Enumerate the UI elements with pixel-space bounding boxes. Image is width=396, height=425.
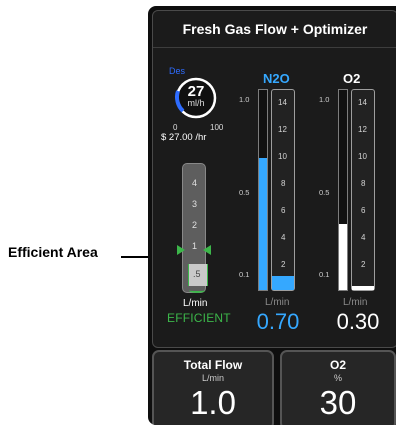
n2o-tube-tick: 8 [281, 179, 286, 188]
n2o-tube-tick: 4 [281, 233, 286, 242]
o2-unit: L/min [343, 297, 368, 308]
n2o-flow-tube: 14 12 10 8 6 4 2 [271, 89, 295, 291]
o2-tube-tick: 6 [361, 206, 366, 215]
o2-percent-value: 30 [319, 384, 357, 421]
total-flow-unit: L/min [201, 373, 224, 383]
n2o-fine-flow-bar [258, 89, 268, 291]
n2o-scale-mid: 0.5 [239, 188, 250, 197]
panel-title: Fresh Gas Flow + Optimizer [153, 11, 396, 48]
n2o-scale-low: 0.1 [239, 270, 250, 279]
tube-tick-label: 2 [192, 220, 198, 230]
efficient-area-zone: .5 [188, 264, 208, 286]
efficiency-unit-label: L/min [183, 298, 208, 309]
total-flow-button[interactable]: Total Flow L/min 1.0 [152, 350, 274, 425]
o2-tube-tick: 12 [358, 125, 367, 134]
tube-tick-label: 1 [192, 241, 198, 251]
agent-usage-unit: ml/h [187, 98, 205, 108]
o2-percent-button[interactable]: O2 % 30 [280, 350, 396, 425]
n2o-tube-tick: 2 [281, 260, 286, 269]
efficiency-marker-left-icon [177, 245, 185, 255]
agent-cost-rate: $ 27.00 /hr [161, 132, 207, 143]
efficiency-status: EFFICIENT [167, 311, 231, 325]
efficiency-marker-right-icon [203, 245, 211, 255]
fresh-gas-flow-panel: Fresh Gas Flow + Optimizer Des 27 ml/h 0… [148, 6, 396, 425]
o2-tube-tick: 8 [361, 179, 366, 188]
n2o-fine-flow-fill [259, 158, 267, 290]
gauge-min-label: 0 [173, 123, 178, 132]
n2o-scale-top: 1.0 [239, 95, 250, 104]
o2-scale-top: 1.0 [319, 95, 330, 104]
n2o-flow-tube-fill [272, 276, 294, 290]
o2-fine-flow-bar [338, 89, 348, 291]
flow-display-area: Fresh Gas Flow + Optimizer Des 27 ml/h 0… [152, 10, 396, 348]
efficiency-indicator-arc [189, 288, 205, 293]
n2o-label: N2O [263, 71, 290, 86]
n2o-tube-tick: 10 [278, 152, 287, 161]
o2-tube-tick: 2 [361, 260, 366, 269]
o2-scale-mid: 0.5 [319, 188, 330, 197]
tube-tick-label: 4 [192, 178, 198, 188]
o2-flow-tube: 14 12 10 8 6 4 2 [351, 89, 375, 291]
tube-tick-label: .5 [193, 269, 201, 279]
n2o-tube-tick: 6 [281, 206, 286, 215]
o2-flow-tube-fill [352, 286, 374, 290]
o2-tube-tick: 14 [358, 98, 367, 107]
o2-percent-unit: % [333, 373, 342, 383]
n2o-unit: L/min [265, 297, 290, 308]
tube-tick-label: 3 [192, 199, 198, 209]
o2-flow-value: 0.30 [336, 309, 380, 334]
o2-percent-title: O2 [329, 358, 346, 372]
total-flow-value: 1.0 [190, 384, 236, 421]
o2-label: O2 [343, 71, 361, 86]
o2-fine-flow-fill [339, 224, 347, 290]
efficient-area-callout-label: Efficient Area [8, 244, 98, 260]
n2o-tube-tick: 14 [278, 98, 287, 107]
n2o-tube-tick: 12 [278, 125, 287, 134]
o2-scale-low: 0.1 [319, 270, 330, 279]
o2-tube-tick: 4 [361, 233, 366, 242]
gauge-max-label: 100 [210, 123, 224, 132]
n2o-flow-value: 0.70 [256, 309, 300, 334]
o2-tube-tick: 10 [358, 152, 367, 161]
efficiency-flow-tube: 4 3 2 1 .5 [177, 163, 211, 293]
total-flow-title: Total Flow [183, 358, 243, 372]
